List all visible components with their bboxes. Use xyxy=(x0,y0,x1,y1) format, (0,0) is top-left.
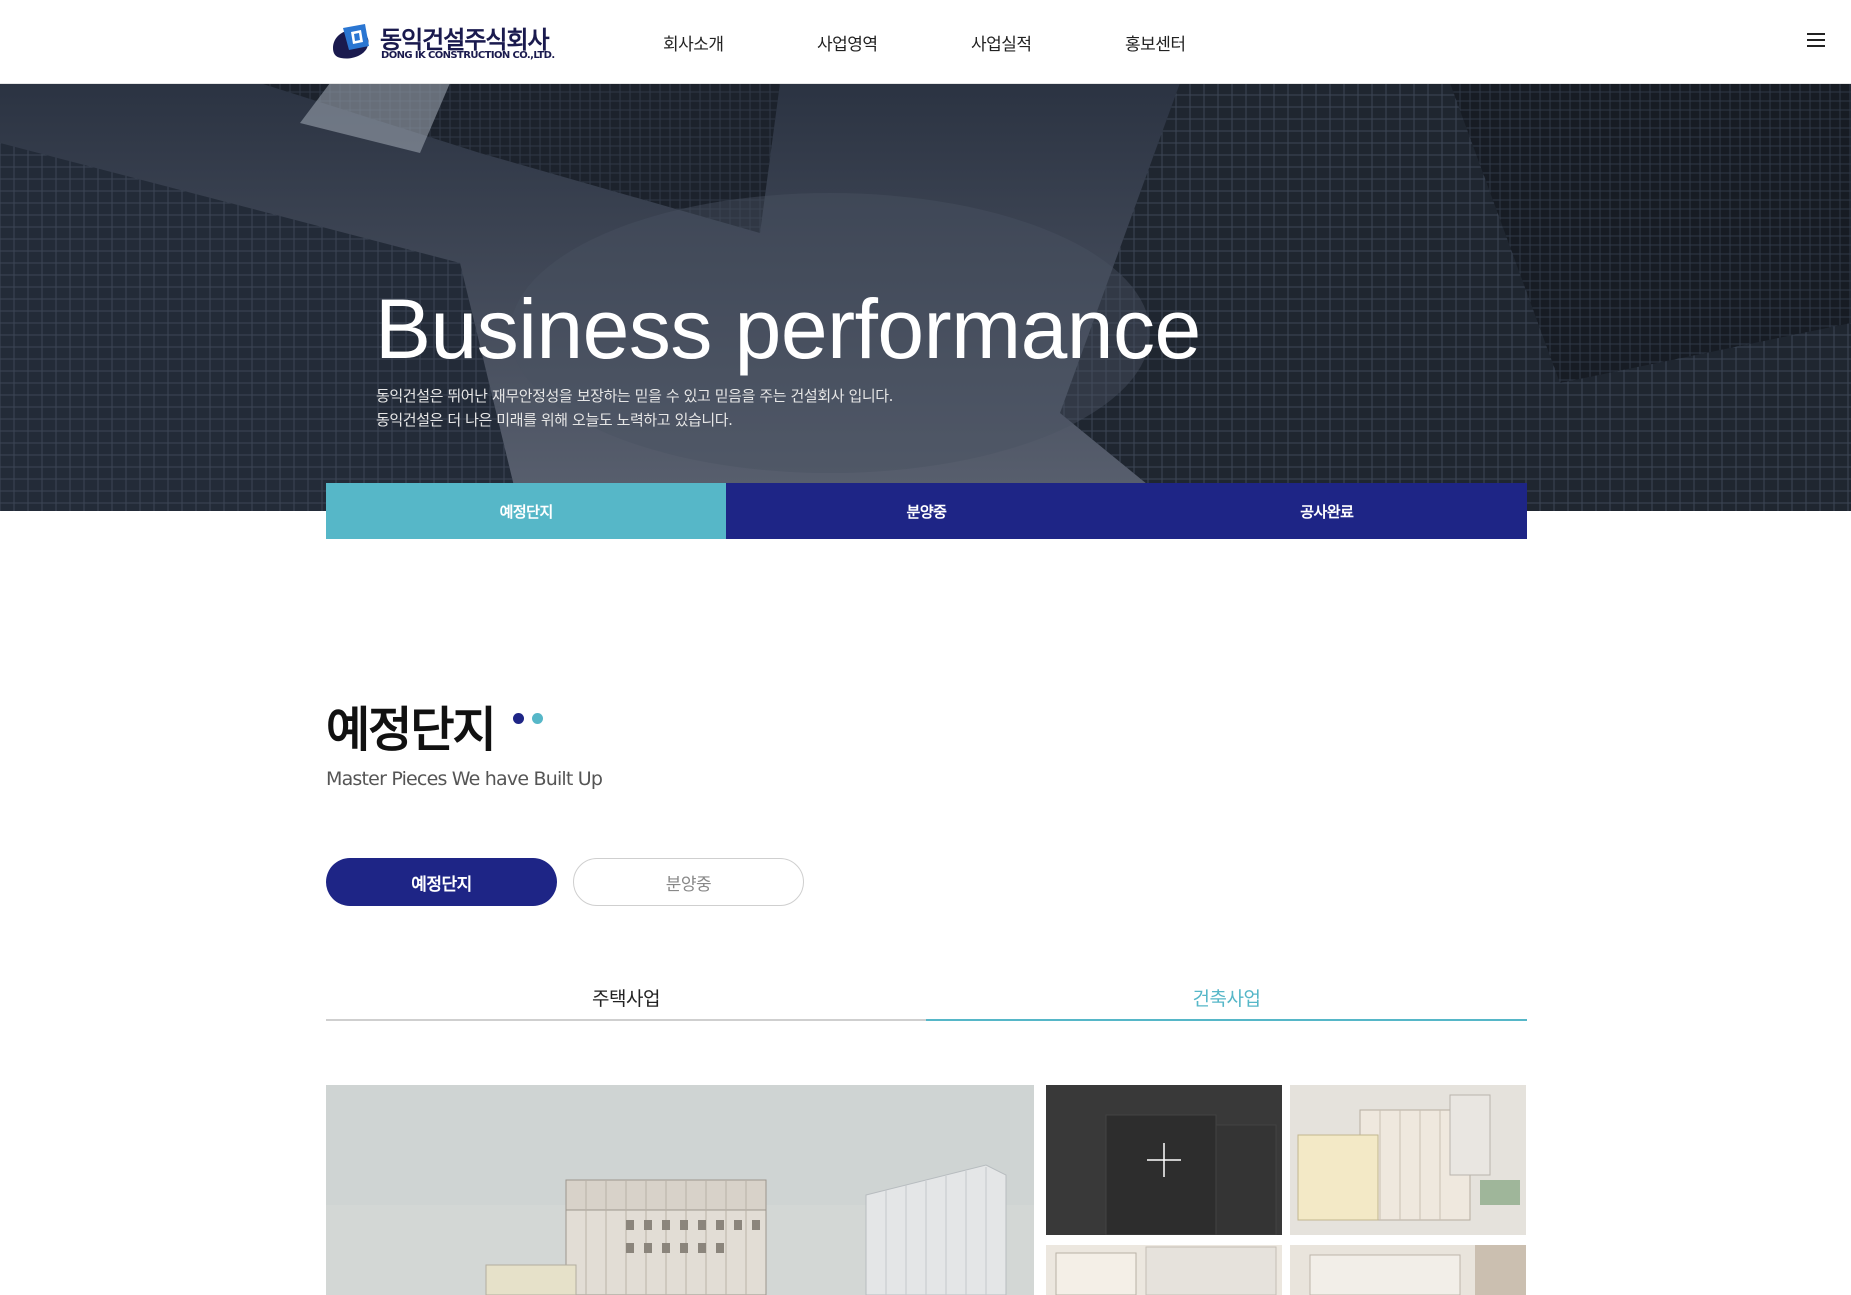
performance-category-tabs: 예정단지 분양중 공사완료 xyxy=(326,483,1527,539)
building-rendering-thumb-2 xyxy=(1290,1085,1526,1235)
hero-desc-line-2: 동익건설은 더 나은 미래를 위해 오늘도 노력하고 있습니다. xyxy=(376,411,733,429)
tab-planned-complex[interactable]: 예정단지 xyxy=(326,483,727,539)
building-rendering-thumb-4 xyxy=(1290,1245,1526,1295)
hero-desc-line-1: 동익건설은 뛰어난 재무안정성을 보장하는 믿을 수 있고 믿음을 주는 건설회… xyxy=(376,387,894,405)
hero-banner: Business performance 동익건설은 뛰어난 재무안정성을 보장… xyxy=(0,83,1851,511)
gallery-main-image[interactable] xyxy=(326,1085,1034,1295)
gallery-thumb-1[interactable] xyxy=(1046,1085,1282,1235)
building-rendering-large xyxy=(326,1085,1034,1295)
gallery-thumb-2[interactable] xyxy=(1290,1085,1526,1235)
gallery-thumb-3[interactable] xyxy=(1046,1245,1282,1295)
tab-completed[interactable]: 공사완료 xyxy=(1126,483,1527,539)
tab-architecture-business[interactable]: 건축사업 xyxy=(926,975,1527,1021)
gallery-thumb-4[interactable] xyxy=(1290,1245,1526,1295)
section-subtitle: Master Pieces We have Built Up xyxy=(326,768,603,790)
logo-english-name: DONG IK CONSTRUCTION CO.,LTD. xyxy=(381,50,555,61)
hamburger-icon[interactable] xyxy=(1807,33,1827,49)
nav-pr-center[interactable]: 홍보센터 xyxy=(1125,30,1186,55)
project-type-tabs: 주택사업 건축사업 xyxy=(326,975,1527,1021)
hero-title: Business performance xyxy=(375,282,1201,376)
title-dot-teal xyxy=(532,713,543,724)
filter-planned-button[interactable]: 예정단지 xyxy=(326,858,557,906)
logo-mark-icon xyxy=(333,24,369,59)
tab-housing-business[interactable]: 주택사업 xyxy=(326,975,926,1021)
plus-icon xyxy=(1147,1143,1181,1177)
site-header: 동익건설주식회사 DONG IK CONSTRUCTION CO.,LTD. 회… xyxy=(0,0,1851,84)
hero-description: 동익건설은 뛰어난 재무안정성을 보장하는 믿을 수 있고 믿음을 주는 건설회… xyxy=(376,384,893,432)
title-dot-navy xyxy=(513,713,524,724)
building-rendering-thumb-3 xyxy=(1046,1245,1282,1295)
filter-on-sale-button[interactable]: 분양중 xyxy=(573,858,804,906)
nav-business-performance[interactable]: 사업실적 xyxy=(971,30,1032,55)
section-title: 예정단지 xyxy=(326,702,497,758)
company-logo[interactable]: 동익건설주식회사 DONG IK CONSTRUCTION CO.,LTD. xyxy=(327,20,567,66)
nav-company-intro[interactable]: 회사소개 xyxy=(663,30,724,55)
tab-on-sale[interactable]: 분양중 xyxy=(726,483,1127,539)
nav-business-area[interactable]: 사업영역 xyxy=(817,30,878,55)
